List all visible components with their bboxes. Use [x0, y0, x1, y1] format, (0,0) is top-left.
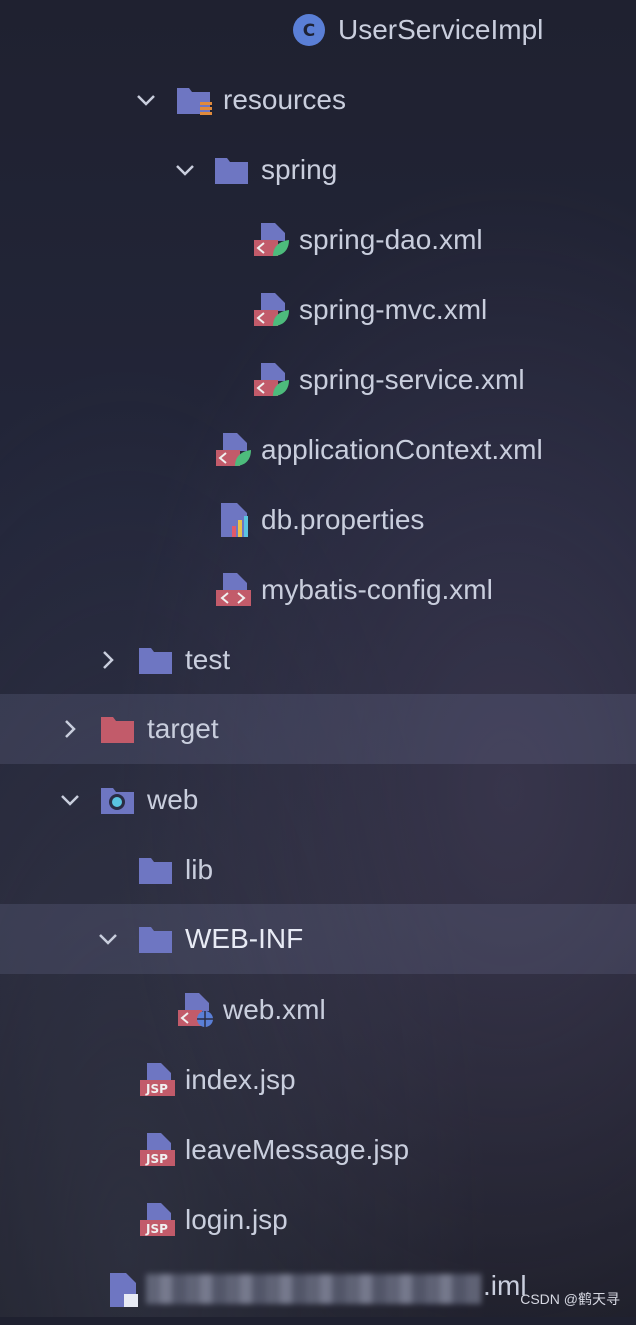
svg-text:JSP: JSP: [145, 1082, 168, 1096]
excluded-folder-icon: [100, 711, 136, 747]
tree-item-userserviceimpl[interactable]: C UserServiceImpl: [0, 0, 636, 65]
jsp-file-icon: JSP: [139, 1202, 175, 1238]
tree-item-mybatis-config-xml[interactable]: mybatis-config.xml: [0, 555, 636, 625]
tree-item-leavemessage-jsp[interactable]: JSP leaveMessage.jsp: [0, 1115, 636, 1185]
module-file-icon: [106, 1272, 142, 1308]
jsp-file-icon: JSP: [139, 1132, 175, 1168]
tree-item-spring-service-xml[interactable]: spring-service.xml: [0, 345, 636, 415]
tree-item-test[interactable]: test: [0, 625, 636, 695]
tree-item-lib[interactable]: lib: [0, 835, 636, 905]
tree-item-label: mybatis-config.xml: [261, 574, 493, 605]
tree-item-label: applicationContext.xml: [261, 434, 543, 465]
tree-item-label: spring: [261, 154, 338, 185]
tree-item-label: test: [185, 644, 231, 675]
tree-item-label: index.jsp: [185, 1064, 296, 1095]
tree-item-spring[interactable]: spring: [0, 135, 636, 205]
spring-xml-icon: [253, 222, 289, 258]
tree-item-applicationcontext-xml[interactable]: applicationContext.xml: [0, 415, 636, 485]
tree-item-label: web: [147, 784, 199, 815]
tree-item-web[interactable]: web: [0, 765, 636, 835]
tree-item-label: leaveMessage.jsp: [185, 1134, 410, 1165]
redacted-filename: [146, 1274, 481, 1304]
chevron-down-icon[interactable]: [173, 158, 197, 182]
tree-item-login-jsp[interactable]: JSP login.jsp: [0, 1185, 636, 1255]
tree-item-label: WEB-INF: [185, 923, 304, 954]
svg-text:JSP: JSP: [145, 1152, 168, 1166]
tree-item-spring-mvc-xml[interactable]: spring-mvc.xml: [0, 275, 636, 345]
spring-xml-icon: [215, 432, 251, 468]
tree-item-label: web.xml: [223, 994, 326, 1025]
chevron-down-icon[interactable]: [96, 927, 120, 951]
folder-icon: [214, 152, 250, 188]
tree-item-label: resources: [223, 84, 346, 115]
tree-item-label: spring-service.xml: [299, 364, 525, 395]
watermark: CSDN @鹤天寻: [520, 1291, 620, 1307]
xml-file-icon: [215, 572, 251, 608]
chevron-right-icon[interactable]: [58, 717, 82, 741]
tree-item-index-jsp[interactable]: JSP index.jsp: [0, 1045, 636, 1115]
tree-item-target[interactable]: target: [0, 694, 636, 764]
jsp-file-icon: JSP: [139, 1062, 175, 1098]
chevron-down-icon[interactable]: [58, 788, 82, 812]
spring-xml-icon: [253, 292, 289, 328]
tree-item-web-inf[interactable]: WEB-INF: [0, 904, 636, 974]
tree-item-label: spring-dao.xml: [299, 224, 483, 255]
svg-text:C: C: [303, 21, 315, 41]
svg-text:JSP: JSP: [145, 1222, 168, 1236]
tree-item-spring-dao-xml[interactable]: spring-dao.xml: [0, 205, 636, 275]
resources-folder-icon: [176, 82, 212, 118]
tree-item-label: spring-mvc.xml: [299, 294, 488, 325]
properties-file-icon: [218, 502, 254, 538]
chevron-right-icon[interactable]: [96, 648, 120, 672]
tree-item-label: UserServiceImpl: [338, 14, 544, 45]
folder-icon: [138, 921, 174, 957]
web-folder-icon: [100, 782, 136, 818]
class-icon: C: [291, 12, 327, 48]
chevron-down-icon[interactable]: [134, 88, 158, 112]
spring-xml-icon: [253, 362, 289, 398]
folder-icon: [138, 642, 174, 678]
tree-item-label: lib: [185, 854, 214, 885]
web-xml-icon: [177, 992, 213, 1028]
tree-item-resources[interactable]: resources: [0, 65, 636, 135]
folder-icon: [138, 852, 174, 888]
tree-item-db-properties[interactable]: db.properties: [0, 485, 636, 555]
tree-item-label: login.jsp: [185, 1204, 288, 1235]
tree-item-label: db.properties: [261, 504, 425, 535]
tree-item-web-xml[interactable]: web.xml: [0, 975, 636, 1045]
tree-item-label: target: [147, 713, 219, 744]
